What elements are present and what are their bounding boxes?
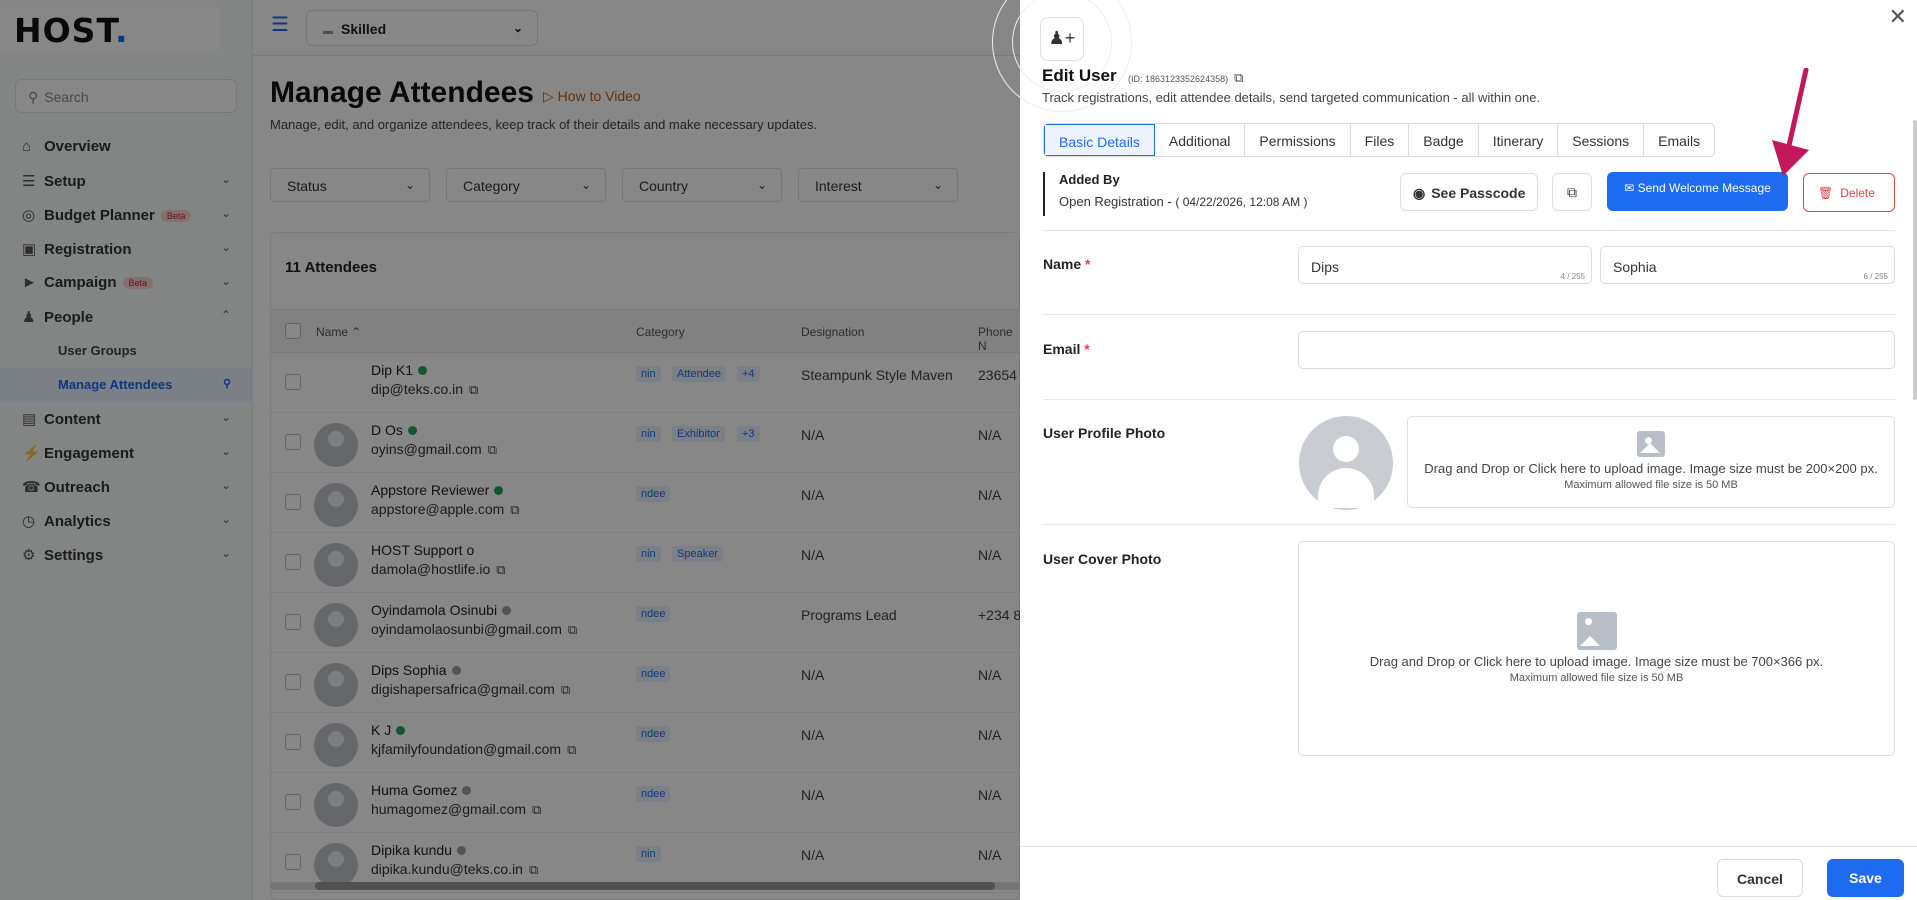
- name-label-text: Name: [1043, 256, 1082, 272]
- avatar-head: [1333, 436, 1359, 462]
- cancel-button[interactable]: Cancel: [1717, 859, 1803, 897]
- annotation-arrow: [1772, 68, 1809, 176]
- copy-icon[interactable]: ⧉: [1234, 70, 1243, 85]
- avatar-body: [1318, 468, 1374, 508]
- user-id: (ID: 1863123352624358) ⧉: [1128, 70, 1243, 86]
- avatar-placeholder: [1299, 416, 1393, 510]
- first-name-value: Dips: [1311, 259, 1340, 275]
- panel-footer: Cancel Save: [1020, 846, 1917, 900]
- mail-icon: ✉: [1624, 181, 1635, 195]
- last-name-input[interactable]: Sophia 6 / 255: [1600, 246, 1895, 284]
- save-button[interactable]: Save: [1827, 859, 1904, 897]
- add-user-icon: ♟+: [1040, 17, 1084, 61]
- tab-basic-details[interactable]: Basic Details: [1044, 124, 1155, 156]
- email-field[interactable]: [1298, 331, 1895, 369]
- divider: [1043, 399, 1895, 400]
- first-name-input[interactable]: Dips 4 / 255: [1298, 246, 1592, 284]
- last-name-value: Sophia: [1613, 259, 1657, 275]
- profile-photo-dropzone[interactable]: Drag and Drop or Click here to upload im…: [1407, 416, 1895, 508]
- image-icon: [1637, 431, 1665, 457]
- panel-tabs: Basic Details Additional Permissions Fil…: [1043, 123, 1716, 157]
- tab-itinerary[interactable]: Itinerary: [1479, 124, 1559, 156]
- divider: [1043, 314, 1895, 315]
- send-welcome-message-button[interactable]: ✉ Send Welcome Message: [1607, 172, 1788, 211]
- divider: [1043, 524, 1895, 525]
- char-counter: 6 / 255: [1863, 272, 1888, 281]
- email-label: Email *: [1043, 341, 1090, 357]
- email-label-text: Email: [1043, 341, 1081, 357]
- char-counter: 4 / 255: [1560, 272, 1585, 281]
- delete-label: Delete: [1840, 186, 1875, 200]
- panel-title: Edit User: [1042, 66, 1117, 85]
- added-by-date: ( 04/22/2026, 12:08 AM ): [1175, 195, 1308, 209]
- upload-instructions: Drag and Drop or Click here to upload im…: [1369, 654, 1824, 669]
- added-by-value-line: Open Registration - ( 04/22/2026, 12:08 …: [1059, 194, 1403, 209]
- upload-max-size: Maximum allowed file size is 50 MB: [1509, 672, 1684, 684]
- delete-button[interactable]: 🗑 Delete: [1803, 173, 1895, 212]
- tab-sessions[interactable]: Sessions: [1558, 124, 1645, 156]
- cover-photo-dropzone[interactable]: Drag and Drop or Click here to upload im…: [1298, 541, 1895, 756]
- tab-badge[interactable]: Badge: [1409, 124, 1479, 156]
- cover-photo-label: User Cover Photo: [1043, 551, 1162, 567]
- panel-description: Track registrations, edit attendee detai…: [1042, 90, 1541, 105]
- divider: [1043, 230, 1895, 231]
- upload-max-size: Maximum allowed file size is 50 MB: [1564, 479, 1738, 491]
- required-mark: *: [1084, 341, 1090, 357]
- required-mark: *: [1085, 256, 1091, 272]
- image-icon: [1576, 612, 1617, 650]
- tab-additional[interactable]: Additional: [1155, 124, 1246, 156]
- tab-emails[interactable]: Emails: [1644, 124, 1714, 156]
- close-icon[interactable]: ✕: [1889, 4, 1907, 30]
- trash-icon: 🗑: [1818, 186, 1834, 200]
- eye-icon: ◉: [1413, 185, 1426, 201]
- profile-photo-label: User Profile Photo: [1043, 425, 1166, 441]
- vertical-scrollbar[interactable]: [1913, 120, 1917, 400]
- see-passcode-label: See Passcode: [1431, 185, 1526, 201]
- tab-files[interactable]: Files: [1351, 124, 1410, 156]
- name-label: Name *: [1043, 256, 1090, 272]
- added-by-label: Added By: [1059, 172, 1120, 187]
- send-welcome-label: Send Welcome Message: [1637, 181, 1771, 195]
- duplicate-button[interactable]: ⧉: [1552, 173, 1592, 211]
- tab-permissions[interactable]: Permissions: [1245, 124, 1351, 156]
- upload-instructions: Drag and Drop or Click here to upload im…: [1424, 461, 1878, 476]
- user-id-text: (ID: 1863123352624358): [1128, 74, 1229, 84]
- added-by-info: Added By Open Registration - ( 04/22/202…: [1043, 172, 1403, 216]
- modal-backdrop[interactable]: [0, 0, 1020, 900]
- added-by-value: Open Registration -: [1059, 194, 1172, 209]
- see-passcode-button[interactable]: ◉ See Passcode: [1400, 173, 1538, 211]
- duplicate-icon: ⧉: [1567, 184, 1577, 200]
- edit-user-panel: ♟+ ✕ Edit User (ID: 1863123352624358) ⧉ T…: [992, 0, 1917, 900]
